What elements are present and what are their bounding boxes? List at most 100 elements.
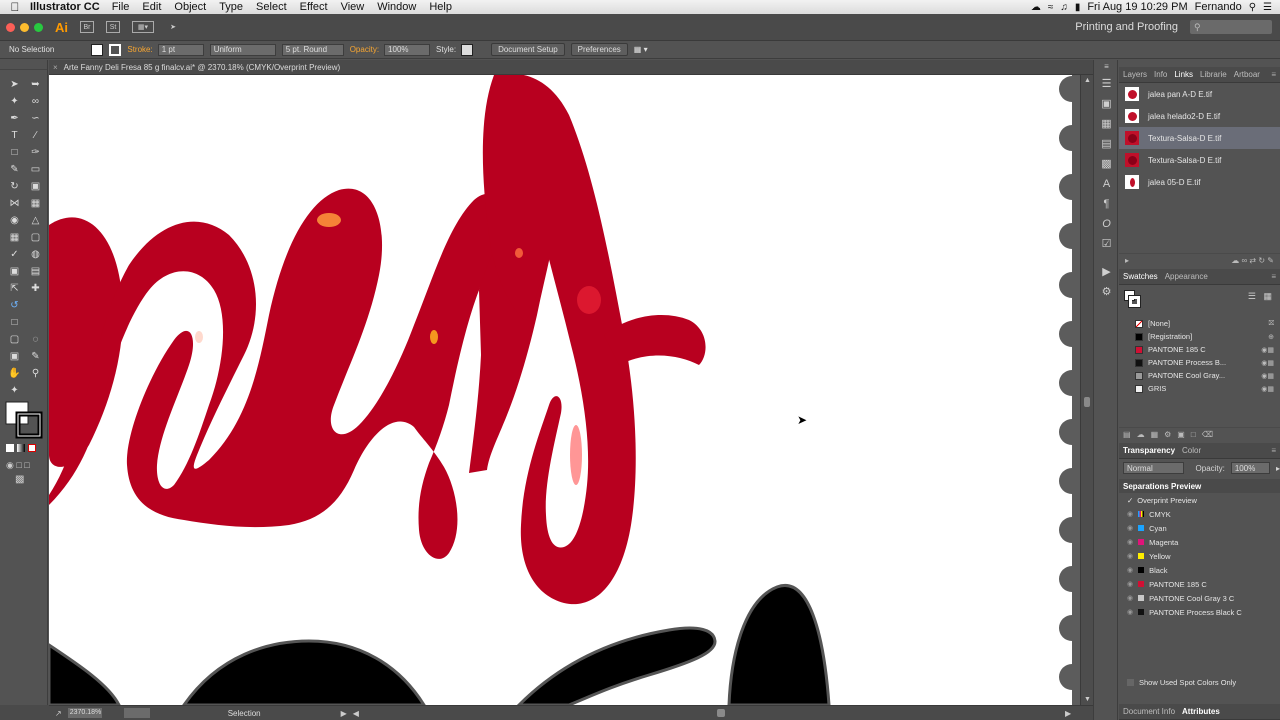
swatch-kinds-icon[interactable]: ▦ [1151, 430, 1159, 439]
current-tool-status[interactable]: Selection [228, 709, 261, 718]
new-swatch-icon[interactable]: □ [1191, 430, 1196, 439]
crop-tool-icon[interactable]: ▣ [5, 348, 24, 364]
artboard-canvas[interactable]: ➤ [49, 75, 1080, 705]
drawing-modes-icon[interactable]: ◉ □ □ [6, 460, 30, 471]
swatch-row[interactable]: [None] ⛝ [1119, 317, 1280, 330]
link-item-selected[interactable]: Textura-Salsa-D E.tif [1119, 127, 1280, 149]
share-icon[interactable]: ↗ [55, 709, 62, 718]
list-view-icon[interactable]: ☰ [1248, 291, 1256, 302]
relink-cc-icon[interactable]: ☁ [1231, 256, 1239, 265]
apple-icon[interactable]:  [0, 0, 30, 14]
close-window-button[interactable] [6, 22, 15, 32]
separation-row[interactable]: ◉ PANTONE Process Black C [1119, 605, 1280, 619]
magic-wand-tool-icon[interactable]: ✦ [5, 93, 24, 109]
app-name-menu[interactable]: Illustrator CC [30, 1, 100, 13]
scroll-left-icon[interactable]: ◀ [353, 709, 359, 718]
eye-icon[interactable]: ◉ [1127, 580, 1133, 588]
menu-select[interactable]: Select [256, 1, 287, 13]
spotlight-icon[interactable]: ⚲ [1249, 2, 1256, 13]
menu-type[interactable]: Type [219, 1, 243, 13]
tab-appearance[interactable]: Appearance [1165, 272, 1208, 281]
column-graph-tool-icon[interactable]: ▤ [26, 263, 45, 279]
direct-selection-tool-icon[interactable]: ➥ [26, 76, 45, 92]
menu-edit[interactable]: Edit [142, 1, 161, 13]
blend-mode-select[interactable]: Normal [1123, 462, 1184, 474]
transparency-panel-menu-icon[interactable]: ≡ [1271, 446, 1276, 455]
separation-row[interactable]: ◉ Yellow [1119, 549, 1280, 563]
swatch-row[interactable]: GRIS ◉▦ [1119, 382, 1280, 395]
eye-icon[interactable]: ◉ [1127, 524, 1133, 532]
opacity-label[interactable]: Opacity: [350, 45, 379, 54]
color-guide-icon[interactable]: ☰ [1094, 74, 1119, 94]
zoom-window-button[interactable] [34, 22, 43, 32]
menu-help[interactable]: Help [429, 1, 452, 13]
line-tool-icon[interactable]: ∕ [26, 127, 45, 143]
tab-links[interactable]: Links [1174, 70, 1193, 79]
update-link-icon[interactable]: ↻ [1258, 256, 1265, 265]
artboard-tool-icon[interactable]: ⇱ [5, 280, 24, 296]
swatch-options-icon[interactable]: ⚙ [1164, 430, 1171, 439]
blend-tool-icon[interactable]: ◍ [26, 246, 45, 262]
screen-mode-icon[interactable]: ▩ [15, 474, 24, 485]
arrange-icon[interactable]: ▦ ▾ [634, 45, 648, 54]
perspective-grid-tool-icon[interactable]: △ [26, 212, 45, 228]
tab-transparency[interactable]: Transparency [1123, 446, 1175, 455]
zoom-tool-icon[interactable]: ⚲ [26, 365, 45, 381]
stroke-weight-field[interactable]: 1 pt [157, 43, 204, 56]
fill-swatch[interactable] [91, 43, 104, 56]
separation-row[interactable]: ◉ PANTONE 185 C [1119, 577, 1280, 591]
swatches-panel-menu-icon[interactable]: ≡ [1271, 272, 1276, 281]
eraser-tool-icon[interactable]: ▭ [26, 161, 45, 177]
hand-tool-icon[interactable]: ✋ [5, 365, 24, 381]
cloud-icon[interactable]: ☁ [1031, 2, 1041, 13]
user-name[interactable]: Fernando [1195, 1, 1242, 13]
volume-icon[interactable]: ♫ [1060, 2, 1068, 13]
eye-icon[interactable]: ◉ [1127, 552, 1133, 560]
pathfinder-icon[interactable]: ▤ [1094, 134, 1119, 154]
print-tiling-tool-icon[interactable]: ▢ [5, 331, 24, 347]
minimize-window-button[interactable] [20, 22, 29, 32]
link-item[interactable]: jalea 05-D E.tif [1119, 171, 1280, 193]
notification-icon[interactable]: ☰ [1263, 2, 1272, 13]
pucker-tool-icon[interactable]: ✦ [5, 382, 24, 398]
overprint-preview-checkbox[interactable]: ✓ Overprint Preview [1119, 493, 1280, 507]
vertical-scroll-thumb[interactable] [1084, 397, 1090, 407]
eyedropper-tool-icon[interactable]: ✓ [5, 246, 24, 262]
tab-libraries[interactable]: Librarie [1200, 70, 1227, 79]
shaper-tool-icon[interactable]: ✎ [5, 161, 24, 177]
tab-artboards[interactable]: Artboar [1234, 70, 1260, 79]
tools-grip[interactable] [0, 60, 47, 70]
search-stock-input[interactable]: ⚲ [1190, 20, 1272, 34]
opacity-slider-arrow-icon[interactable]: ▸ [1276, 464, 1280, 473]
link-item[interactable]: Textura-Salsa-D E.tif [1119, 149, 1280, 171]
graphic-styles-icon[interactable]: ▣ [1094, 94, 1119, 114]
asset-export-icon[interactable]: ⚙ [1094, 282, 1119, 302]
links-panel-menu-icon[interactable]: ≡ [1271, 70, 1276, 79]
document-tab[interactable]: × Arte Fanny Deli Fresa 85 g finalcv.ai*… [49, 60, 1093, 75]
swatch-row[interactable]: PANTONE Process B... ◉▦ [1119, 356, 1280, 369]
show-link-info-icon[interactable]: ▸ [1125, 256, 1129, 265]
separation-row[interactable]: ◉ Magenta [1119, 535, 1280, 549]
add-to-library-icon[interactable]: ☁ [1137, 430, 1145, 439]
swatch-libraries-icon[interactable]: ▤ [1123, 430, 1131, 439]
link-item[interactable]: jalea pan A-D E.tif [1119, 83, 1280, 105]
zoom-level-field[interactable]: 2370.18% [67, 708, 102, 718]
shape-builder-tool-icon[interactable]: ◉ [5, 212, 24, 228]
paintbrush-tool-icon[interactable]: ✑ [26, 144, 45, 160]
close-tab-icon[interactable]: × [53, 63, 58, 72]
tab-color[interactable]: Color [1182, 446, 1201, 455]
selection-tool-icon[interactable]: ➤ [5, 76, 24, 92]
workspace-switcher[interactable]: Printing and Proofing [1075, 21, 1178, 33]
swatch-row[interactable]: PANTONE Cool Gray... ◉▦ [1119, 369, 1280, 382]
stroke-label[interactable]: Stroke: [127, 45, 152, 54]
gradient-button[interactable] [17, 444, 25, 452]
gradient-tool-icon[interactable]: ▢ [26, 229, 45, 245]
menu-file[interactable]: File [112, 1, 130, 13]
stroke-swatch[interactable] [109, 43, 122, 56]
actions-icon[interactable]: ▶ [1094, 262, 1119, 282]
transparency-opacity-field[interactable]: 100% [1230, 462, 1270, 474]
bridge-icon[interactable]: Br [80, 21, 94, 33]
go-to-link-icon[interactable]: ⇄ [1249, 256, 1256, 265]
show-used-spot-colors-checkbox[interactable]: Show Used Spot Colors Only [1119, 675, 1280, 689]
fill-stroke-selector[interactable] [4, 400, 44, 440]
